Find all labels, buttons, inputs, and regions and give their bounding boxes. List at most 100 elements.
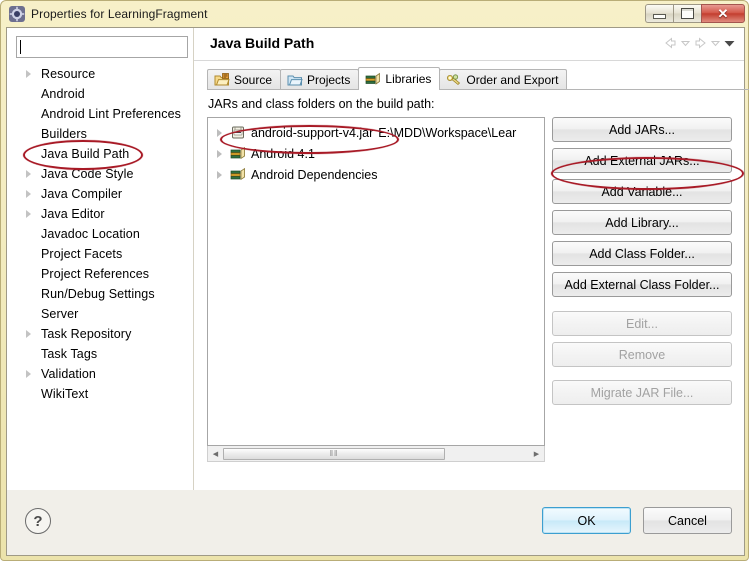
eclipse-properties-icon — [9, 6, 25, 22]
list-item-name: Android Dependencies — [251, 167, 378, 182]
list-item-name: Android 4.1 — [251, 146, 315, 161]
chevron-right-icon[interactable] — [26, 170, 31, 178]
chevron-right-icon[interactable] — [26, 190, 31, 198]
sidebar-item-android-lint-preferences[interactable]: Android Lint Preferences — [7, 104, 193, 124]
restore-icon — [681, 8, 694, 19]
projects-folder-icon — [287, 73, 303, 87]
list-item[interactable]: android-support-v4.jar E:\MDD\Workspace\… — [208, 122, 544, 143]
dialog-client-area: Resource Android Android Lint Preference… — [6, 27, 749, 527]
help-button[interactable]: ? — [25, 508, 51, 534]
chevron-right-icon[interactable] — [26, 70, 31, 78]
add-external-jars-button[interactable]: Add External JARs... — [552, 148, 732, 173]
page-nav-controls — [663, 36, 736, 50]
scroll-left-icon[interactable]: ◀ — [208, 447, 223, 460]
close-button[interactable]: ✕ — [701, 4, 745, 23]
sidebar-item-label: Builders — [41, 127, 87, 141]
sidebar-item-project-facets[interactable]: Project Facets — [7, 244, 193, 264]
chevron-right-icon[interactable] — [217, 128, 222, 137]
settings-tree[interactable]: Resource Android Android Lint Preference… — [7, 64, 193, 496]
sidebar-item-validation[interactable]: Validation — [7, 364, 193, 384]
add-library-button[interactable]: Add Library... — [552, 210, 732, 235]
dialog-footer: ? OK Cancel — [6, 490, 745, 556]
sidebar-item-java-editor[interactable]: Java Editor — [7, 204, 193, 224]
sidebar-item-java-compiler[interactable]: Java Compiler — [7, 184, 193, 204]
window-title: Properties for LearningFragment — [31, 7, 208, 21]
tab-order-and-export[interactable]: Order and Export — [439, 69, 568, 90]
chevron-right-icon[interactable] — [26, 330, 31, 338]
build-path-list[interactable]: android-support-v4.jar E:\MDD\Workspace\… — [207, 117, 545, 446]
chevron-right-icon[interactable] — [217, 170, 222, 179]
sidebar-item-task-repository[interactable]: Task Repository — [7, 324, 193, 344]
sidebar-item-label: WikiText — [41, 387, 89, 401]
sidebar-item-java-build-path[interactable]: Java Build Path — [7, 144, 193, 164]
tab-label: Projects — [307, 73, 351, 87]
scroll-right-icon[interactable]: ▶ — [529, 447, 544, 460]
sidebar-item-label: Android — [41, 87, 85, 101]
page-header: Java Build Path — [194, 28, 744, 61]
view-menu-icon[interactable] — [723, 36, 736, 50]
sidebar-item-android[interactable]: Android — [7, 84, 193, 104]
minimize-icon — [653, 13, 666, 19]
sidebar-item-wikitext[interactable]: WikiText — [7, 384, 193, 404]
libraries-books-icon — [365, 72, 381, 86]
restore-button[interactable] — [673, 4, 701, 23]
list-item-name: android-support-v4.jar — [251, 125, 374, 140]
sidebar-item-label: Task Repository — [41, 327, 132, 341]
filter-input[interactable] — [21, 40, 181, 54]
tabstrip-divider — [207, 89, 749, 90]
sidebar-item-task-tags[interactable]: Task Tags — [7, 344, 193, 364]
list-label: JARs and class folders on the build path… — [208, 97, 435, 111]
sidebar-item-label: Resource — [41, 67, 96, 81]
sidebar-item-server[interactable]: Server — [7, 304, 193, 324]
libraries-books-icon — [230, 146, 246, 161]
list-item[interactable]: Android 4.1 — [208, 143, 544, 164]
add-class-folder-button[interactable]: Add Class Folder... — [552, 241, 732, 266]
forward-arrow-icon[interactable] — [693, 36, 708, 50]
chevron-right-icon[interactable] — [26, 370, 31, 378]
forward-dropdown-icon[interactable] — [710, 36, 721, 50]
tab-label: Source — [234, 73, 273, 87]
list-horizontal-scrollbar[interactable]: ◀ ‖‖ ▶ — [207, 446, 545, 462]
minimize-button[interactable] — [645, 4, 673, 23]
add-jars-button[interactable]: Add JARs... — [552, 117, 732, 142]
sidebar-item-label: Task Tags — [41, 347, 98, 361]
sidebar-item-run-debug-settings[interactable]: Run/Debug Settings — [7, 284, 193, 304]
properties-dialog-window: Properties for LearningFragment ✕ Resour… — [0, 0, 749, 561]
build-path-tabs: Source Projects Libraries Order and Expo… — [207, 67, 568, 90]
tab-libraries[interactable]: Libraries — [358, 67, 441, 90]
source-folder-icon — [214, 73, 230, 87]
sidebar-item-label: Java Compiler — [41, 187, 123, 201]
page-title: Java Build Path — [210, 35, 315, 51]
filter-text-field[interactable] — [16, 36, 188, 58]
add-variable-button[interactable]: Add Variable... — [552, 179, 732, 204]
sidebar-item-resource[interactable]: Resource — [7, 64, 193, 84]
back-arrow-icon[interactable] — [663, 36, 678, 50]
sidebar-item-java-code-style[interactable]: Java Code Style — [7, 164, 193, 184]
sidebar-item-label: Server — [41, 307, 79, 321]
edit-button: Edit... — [552, 311, 732, 336]
list-item[interactable]: Android Dependencies — [208, 164, 544, 185]
sidebar-item-project-references[interactable]: Project References — [7, 264, 193, 284]
sidebar-item-builders[interactable]: Builders — [7, 124, 193, 144]
chevron-right-icon[interactable] — [26, 210, 31, 218]
title-bar: Properties for LearningFragment ✕ — [1, 1, 749, 27]
tab-label: Order and Export — [466, 73, 559, 87]
cancel-button[interactable]: Cancel — [643, 507, 732, 534]
chevron-right-icon[interactable] — [217, 149, 222, 158]
ok-button[interactable]: OK — [542, 507, 631, 534]
sidebar-item-label: Validation — [41, 367, 96, 381]
sidebar-item-label: Project References — [41, 267, 150, 281]
libraries-books-icon — [230, 167, 246, 182]
sidebar-item-javadoc-location[interactable]: Javadoc Location — [7, 224, 193, 244]
jar-icon — [230, 125, 246, 140]
sidebar-item-label: Android Lint Preferences — [41, 107, 181, 121]
back-dropdown-icon[interactable] — [680, 36, 691, 50]
tab-source[interactable]: Source — [207, 69, 282, 90]
page-body: Source Projects Libraries Order and Expo… — [194, 61, 749, 526]
scrollbar-thumb[interactable]: ‖‖ — [223, 447, 445, 460]
settings-nav-panel: Resource Android Android Lint Preference… — [7, 28, 194, 526]
remove-button: Remove — [552, 342, 732, 367]
add-external-class-folder-button[interactable]: Add External Class Folder... — [552, 272, 732, 297]
tab-projects[interactable]: Projects — [280, 69, 360, 90]
sidebar-item-label: Project Facets — [41, 247, 123, 261]
